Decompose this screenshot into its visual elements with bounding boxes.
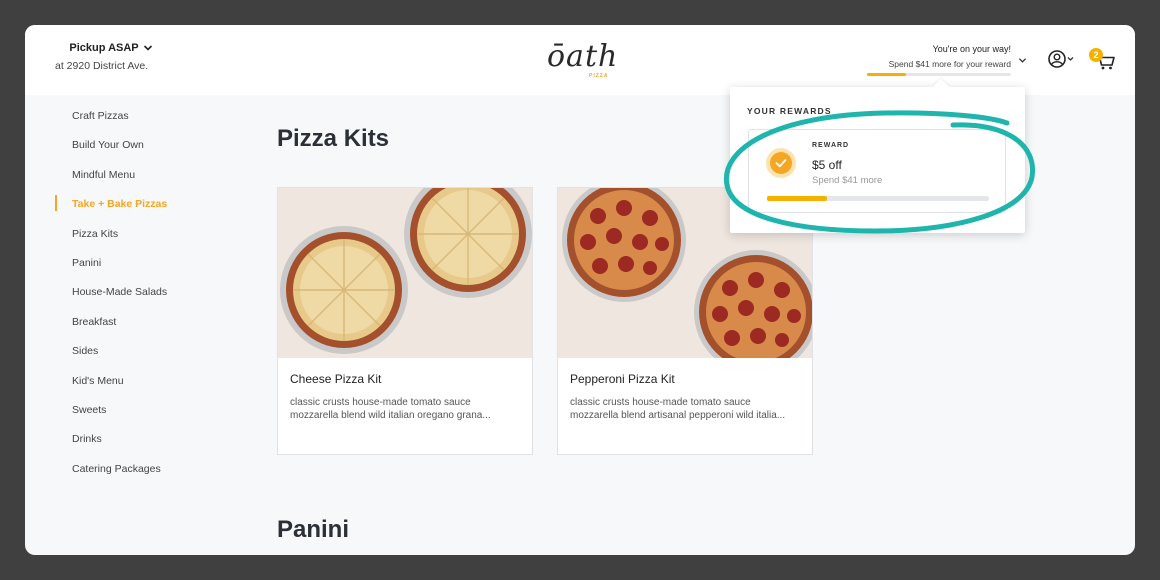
pickup-selector[interactable]: Pickup ASAP at 2920 District Ave. xyxy=(55,42,185,72)
section-title-pizza-kits: Pizza Kits xyxy=(277,125,390,152)
user-icon xyxy=(1048,50,1074,68)
pickup-address: at 2920 District Ave. xyxy=(55,60,149,72)
section-title-panini: Panini xyxy=(277,516,350,543)
chevron-down-icon xyxy=(1018,58,1027,63)
app-window: Pickup ASAP at 2920 District Ave. ōath P… xyxy=(25,25,1135,555)
cheese-pizza-image xyxy=(280,188,532,354)
reward-status-title: You're on your way! xyxy=(932,44,1011,54)
reward-status-progress xyxy=(867,73,1011,76)
logo-subtitle: PIZZA xyxy=(589,73,609,79)
product-name: Cheese Pizza Kit xyxy=(290,372,382,386)
chevron-down-icon xyxy=(143,45,152,51)
product-name: Pepperoni Pizza Kit xyxy=(570,372,675,386)
pickup-mode-toggle[interactable]: Pickup ASAP xyxy=(37,42,185,54)
product-description-line: mozzarella blend wild italian oregano gr… xyxy=(290,410,491,421)
pickup-mode-label: Pickup ASAP xyxy=(69,42,139,54)
sidebar-item-craft-pizzas[interactable]: Craft Pizzas xyxy=(55,107,215,136)
account-menu-button[interactable] xyxy=(1047,49,1079,69)
sidebar-item-catering-packages[interactable]: Catering Packages xyxy=(55,460,215,489)
reward-status-dropdown[interactable]: You're on your way! Spend $41 more for y… xyxy=(865,44,1045,76)
logo[interactable]: ōath PIZZA xyxy=(545,35,625,83)
sidebar-item-build-your-own[interactable]: Build Your Own xyxy=(55,136,215,165)
category-nav: Craft Pizzas Build Your Own Mindful Menu… xyxy=(55,107,215,489)
sidebar-item-pizza-kits[interactable]: Pizza Kits xyxy=(55,225,215,254)
header: Pickup ASAP at 2920 District Ave. ōath P… xyxy=(25,25,1135,95)
cart-button[interactable]: 2 xyxy=(1089,45,1117,73)
product-description: classic crusts house-made tomato sauce m… xyxy=(570,396,800,422)
sidebar-item-sides[interactable]: Sides xyxy=(55,342,215,371)
product-description-line: classic crusts house-made tomato sauce xyxy=(290,397,471,408)
sidebar-item-mindful-menu[interactable]: Mindful Menu xyxy=(55,166,215,195)
product-image xyxy=(278,188,532,358)
product-card-cheese-pizza-kit[interactable]: Cheese Pizza Kit classic crusts house-ma… xyxy=(277,187,533,455)
highlight-annotation-ellipse xyxy=(723,110,1036,234)
cart-count-badge: 2 xyxy=(1089,48,1103,62)
reward-status-progress-fill xyxy=(867,73,906,76)
product-description: classic crusts house-made tomato sauce m… xyxy=(290,396,520,422)
sidebar-item-take-bake-pizzas[interactable]: Take + Bake Pizzas xyxy=(55,195,215,224)
logo-wordmark: ōath xyxy=(547,39,619,74)
product-description-line: classic crusts house-made tomato sauce xyxy=(570,397,751,408)
sidebar-item-drinks[interactable]: Drinks xyxy=(55,430,215,459)
sidebar-item-panini[interactable]: Panini xyxy=(55,254,215,283)
sidebar-item-kids-menu[interactable]: Kid's Menu xyxy=(55,372,215,401)
sidebar-item-house-made-salads[interactable]: House-Made Salads xyxy=(55,283,215,312)
product-description-line: mozzarella blend artisanal pepperoni wil… xyxy=(570,410,786,421)
sidebar-item-sweets[interactable]: Sweets xyxy=(55,401,215,430)
sidebar-item-breakfast[interactable]: Breakfast xyxy=(55,313,215,342)
